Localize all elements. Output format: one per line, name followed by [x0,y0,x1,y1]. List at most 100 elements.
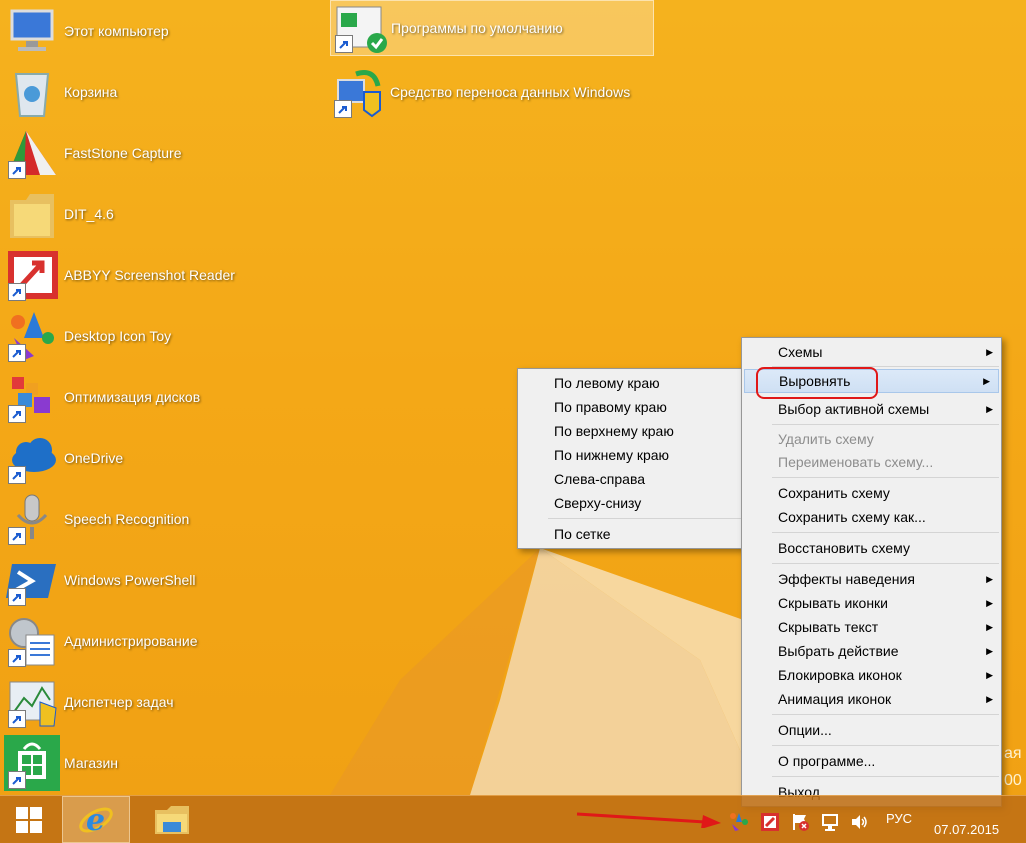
desktop-icon-label: Администрирование [64,633,198,649]
shortcut-arrow-icon [8,710,26,728]
menu-separator [772,776,999,777]
shortcut-arrow-icon [8,466,26,484]
tray-abbyy-icon[interactable] [760,812,780,832]
desktop-icon-label: Этот компьютер [64,23,169,39]
computer-icon [4,3,60,59]
desktop-icon-this-pc[interactable]: Этот компьютер [4,2,169,60]
shortcut-arrow-icon [8,588,26,606]
powershell-icon [4,552,60,608]
desktop-icon-speech[interactable]: Speech Recognition [4,490,189,548]
menu-item-label: По верхнему краю [554,423,674,439]
desktop-icon-label: Магазин [64,755,119,771]
folder-icon [4,186,60,242]
menu-separator [772,714,999,715]
menu-item-choose-action[interactable]: Выбрать действие ▶ [742,639,1001,663]
menu-item-schemes[interactable]: Схемы ▶ [742,340,1001,364]
menu-item-select-active-scheme[interactable]: Выбор активной схемы ▶ [742,397,1001,421]
menu-item-hide-text[interactable]: Скрывать текст ▶ [742,615,1001,639]
taskbar-internet-explorer[interactable]: e [62,796,130,843]
menu-item-label: Скрывать текст [778,619,879,635]
recycle-bin-icon [4,64,60,120]
annotation-arrow [576,812,721,828]
menu-item-restore-scheme[interactable]: Восстановить схему [742,536,1001,560]
menu-item-label: По правому краю [554,399,667,415]
submenu-item-align-top[interactable]: По верхнему краю [518,419,744,443]
submenu-arrow-icon: ▶ [983,376,990,386]
tray-network-icon[interactable] [820,812,840,832]
desktop-icon-task-manager[interactable]: Диспетчер задач [4,673,174,731]
submenu-arrow-icon: ▶ [986,694,993,704]
menu-item-lock-icons[interactable]: Блокировка иконок ▶ [742,663,1001,687]
desktop-icon-label: DIT_4.6 [64,206,114,222]
menu-item-hide-icons[interactable]: Скрывать иконки ▶ [742,591,1001,615]
menu-item-label: Удалить схему [778,431,874,447]
windows-logo-icon [16,806,42,833]
menu-separator [772,477,999,478]
submenu-item-align-left[interactable]: По левому краю [518,371,744,395]
menu-item-label: Слева-справа [554,471,646,487]
align-submenu: По левому краю По правому краю По верхне… [517,368,745,549]
shortcut-arrow-icon [334,100,352,118]
desktop-icon-abbyy[interactable]: ABBYY Screenshot Reader [4,246,235,304]
menu-item-about[interactable]: О программе... [742,749,1001,773]
tray-flag-warning-icon[interactable] [790,812,810,832]
submenu-arrow-icon: ▶ [986,670,993,680]
desktop-icon-label: Windows PowerShell [64,572,196,588]
onedrive-icon [4,430,60,486]
menu-item-options[interactable]: Опции... [742,718,1001,742]
desktop-icon-label: FastStone Capture [64,145,182,161]
submenu-item-align-right[interactable]: По правому краю [518,395,744,419]
easy-transfer-icon [330,64,386,120]
submenu-item-top-bottom[interactable]: Сверху-снизу [518,491,744,515]
faststone-icon [4,125,60,181]
shortcut-arrow-icon [8,405,26,423]
tray-date[interactable]: 07.07.2015 [934,822,999,837]
shortcut-arrow-icon [335,35,353,53]
desktop-icon-label: Программы по умолчанию [391,20,563,36]
menu-item-delete-scheme[interactable]: Удалить схему [742,428,1001,450]
desktop-icon-default-programs[interactable]: Программы по умолчанию [330,0,654,56]
menu-item-label: Блокировка иконок [778,667,902,683]
shortcut-arrow-icon [8,527,26,545]
desktop-icon-defrag[interactable]: Оптимизация дисков [4,368,200,426]
menu-item-icon-animation[interactable]: Анимация иконок ▶ [742,687,1001,711]
menu-item-rename-scheme[interactable]: Переименовать схему... [742,450,1001,474]
menu-item-save-scheme-as[interactable]: Сохранить схему как... [742,505,1001,529]
desktop-icon-label: Оптимизация дисков [64,389,201,405]
desktop-icon-recycle-bin[interactable]: Корзина [4,63,117,121]
desktop-icon-easy-transfer[interactable]: Средство переноса данных Windows [330,63,630,121]
desktop-icon-toy-icon [4,308,60,364]
tray-desktop-icon-toy-icon[interactable] [729,812,749,832]
desktop-icon-admin-tools[interactable]: Администрирование [4,612,198,670]
tray-language-indicator[interactable]: РУС [886,811,912,826]
highlight-ring-annotation [756,367,878,399]
menu-item-label: Опции... [778,722,832,738]
desktop-icon-store[interactable]: Магазин [4,734,118,792]
menu-item-save-scheme[interactable]: Сохранить схему [742,481,1001,505]
menu-item-label: Сохранить схему [778,485,890,501]
desktop-icon-label: Диспетчер задач [64,694,174,710]
taskbar: e [0,795,1026,843]
menu-item-hover-effects[interactable]: Эффекты наведения ▶ [742,567,1001,591]
menu-item-label: Сверху-снизу [554,495,642,511]
desktop-icon-powershell[interactable]: Windows PowerShell [4,551,196,609]
menu-item-label: Выбор активной схемы [778,401,930,417]
submenu-arrow-icon: ▶ [986,646,993,656]
menu-separator [548,518,742,519]
desktop-icon-faststone[interactable]: FastStone Capture [4,124,182,182]
menu-separator [772,745,999,746]
desktop-icon-dit[interactable]: DIT_4.6 [4,185,114,243]
submenu-item-left-right[interactable]: Слева-справа [518,467,744,491]
menu-item-label: Сохранить схему как... [778,509,926,525]
shortcut-arrow-icon [8,161,26,179]
menu-item-label: Анимация иконок [778,691,892,707]
desktop-icon-onedrive[interactable]: OneDrive [4,429,123,487]
tray-context-menu: Схемы ▶ Выровнять ▶ Выбор активной схемы ▶ … [741,337,1002,807]
tray-volume-icon[interactable] [849,812,869,832]
menu-item-label: О программе... [778,753,876,769]
start-button[interactable] [0,796,58,843]
submenu-item-grid[interactable]: По сетке [518,522,744,546]
submenu-item-align-bottom[interactable]: По нижнему краю [518,443,744,467]
desktop-icon-desktop-icon-toy[interactable]: Desktop Icon Toy [4,307,171,365]
taskbar-file-explorer[interactable] [138,796,206,843]
